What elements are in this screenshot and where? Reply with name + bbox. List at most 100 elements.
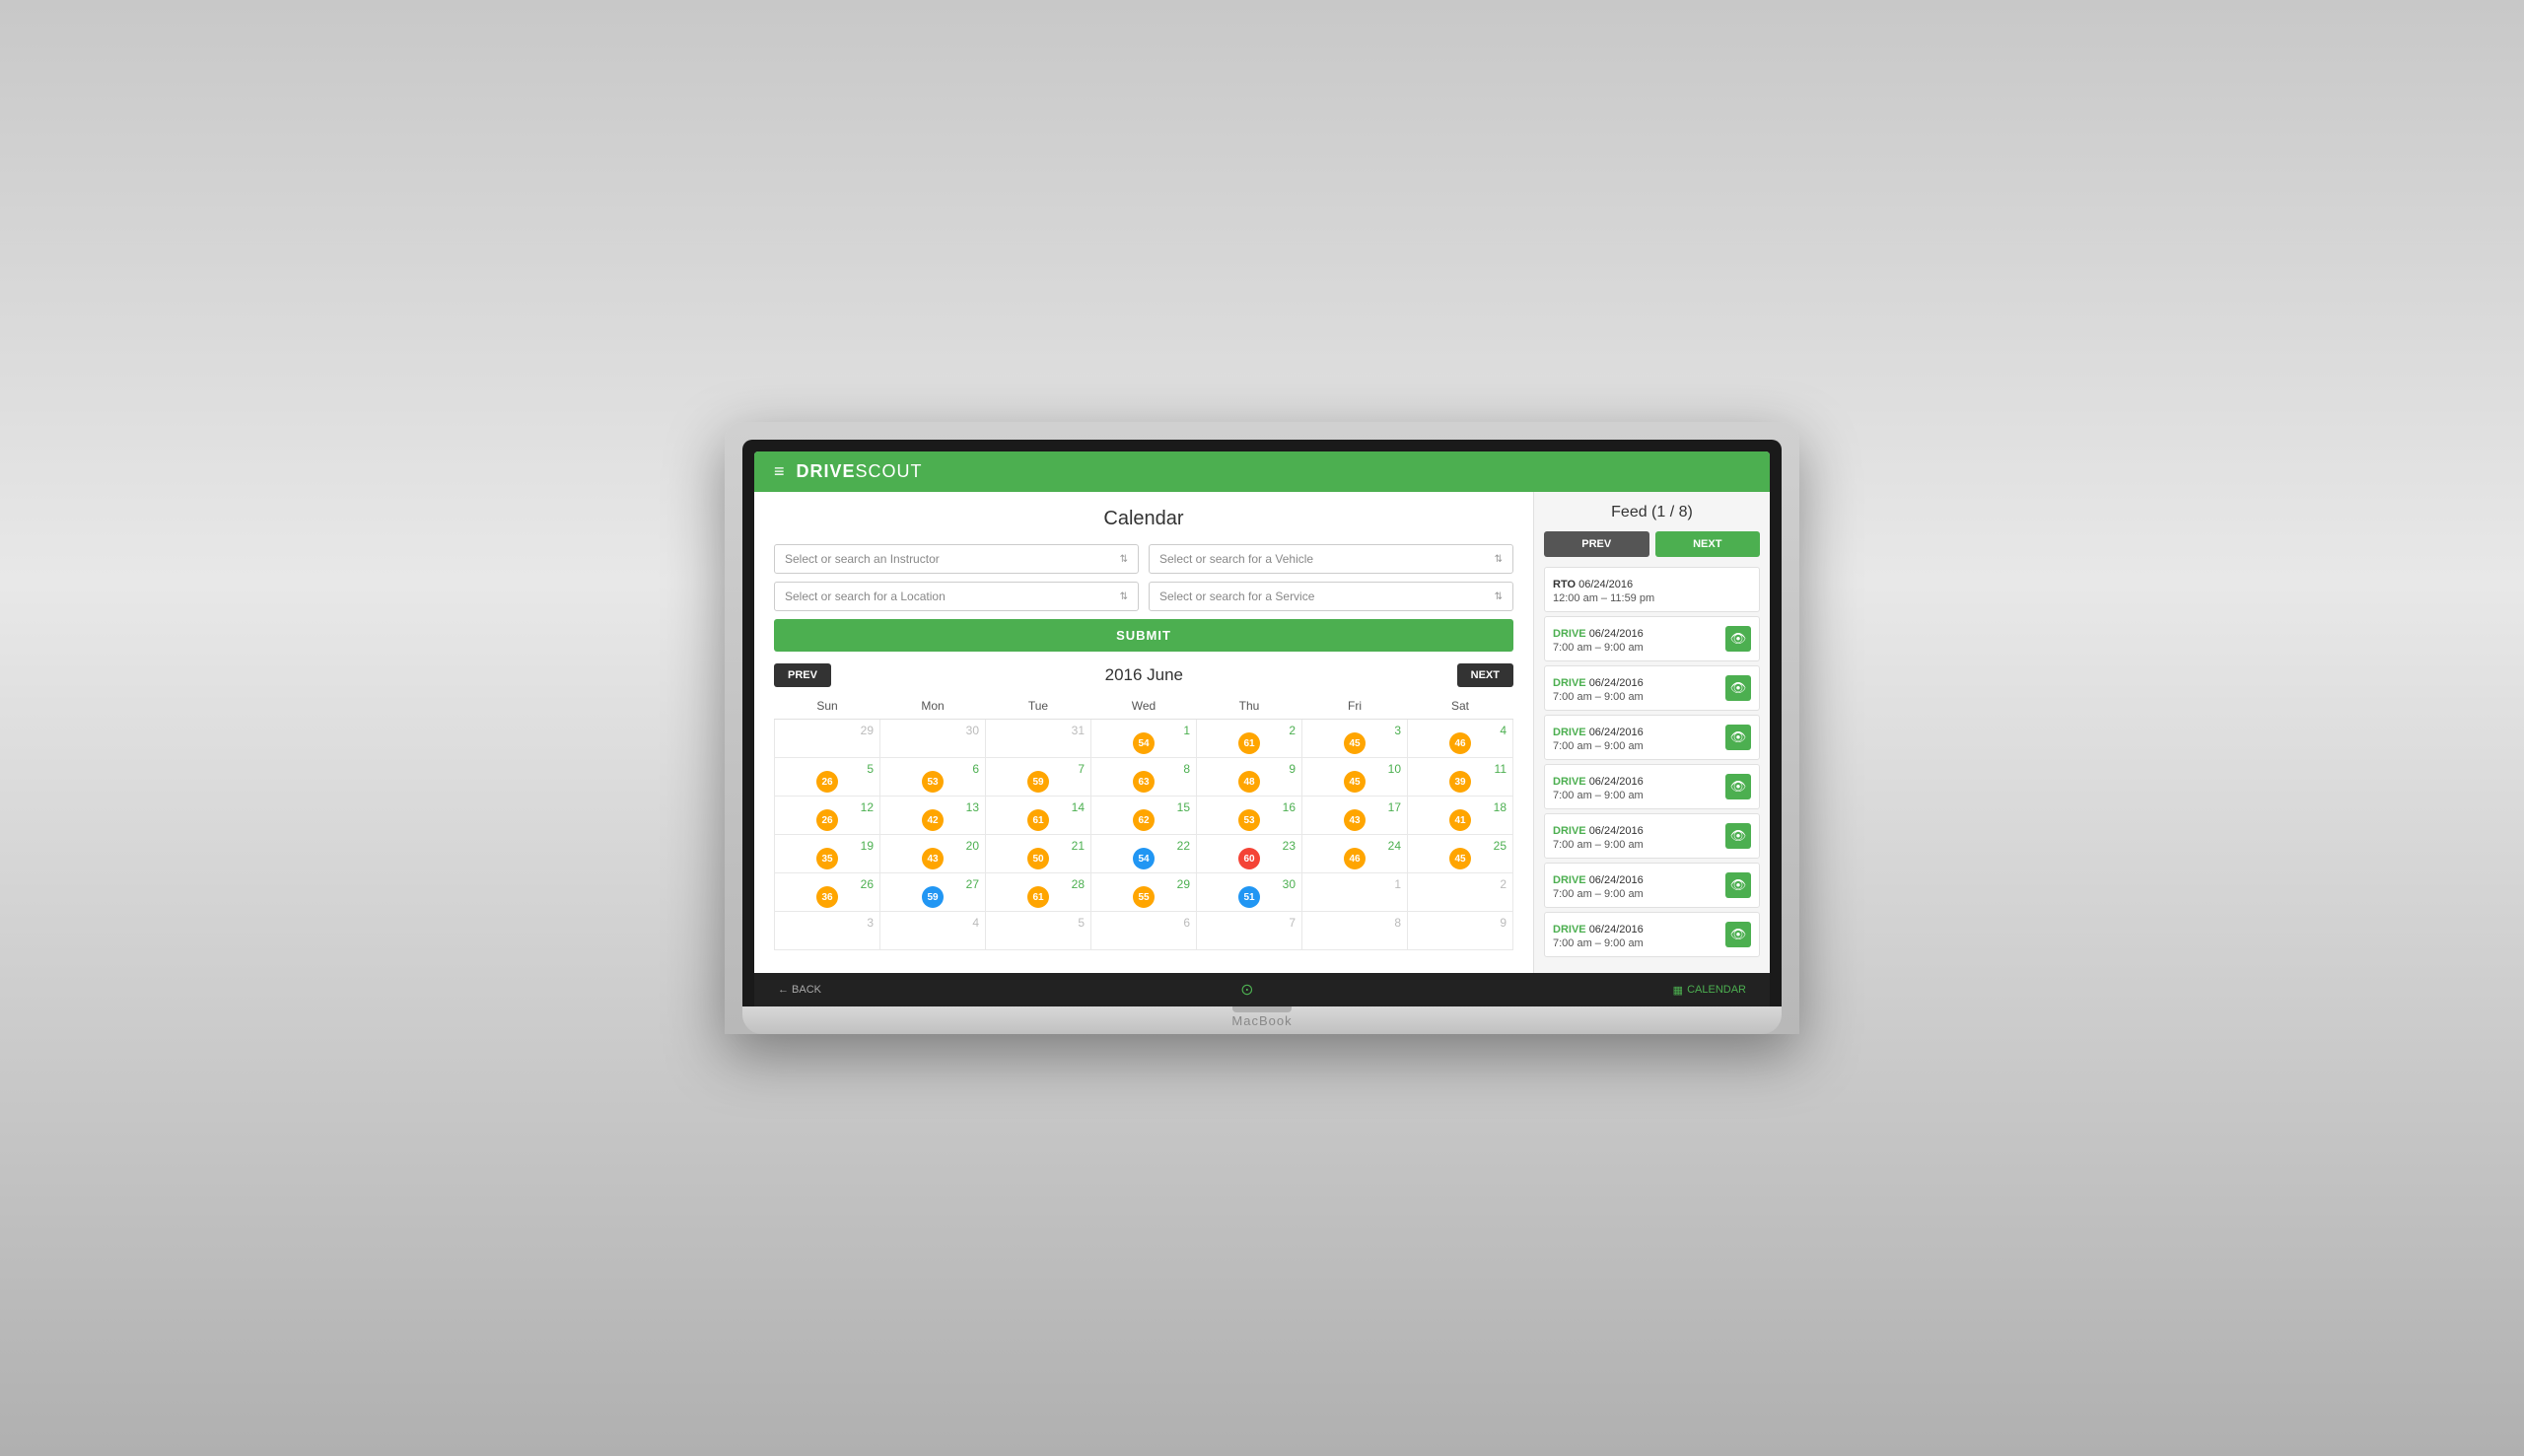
hamburger-icon[interactable]: ≡ [774, 461, 785, 482]
submit-button[interactable]: SUBMIT [774, 619, 1513, 652]
calendar-cell[interactable]: 1139 [1408, 758, 1513, 797]
calendar-week-row: 1226134214611562165317431841 [775, 797, 1513, 835]
calendar-cell[interactable]: 1743 [1302, 797, 1408, 835]
day-number: 6 [1183, 916, 1190, 930]
location-select[interactable]: Select or search for a Location ⇅ [774, 582, 1139, 611]
feed-item-info: DRIVE 06/24/20167:00 am – 9:00 am [1553, 723, 1644, 752]
calendar-cell[interactable]: 1 [1302, 873, 1408, 912]
calendar-week-row: 52665375986394810451139 [775, 758, 1513, 797]
feed-item[interactable]: DRIVE 06/24/20167:00 am – 9:00 am👁 [1544, 665, 1760, 711]
calendar-cell[interactable]: 1562 [1091, 797, 1197, 835]
day-number: 20 [966, 839, 979, 853]
calendar-cell[interactable]: 2254 [1091, 835, 1197, 873]
calendar-cell[interactable]: 4 [880, 912, 986, 950]
calendar-link[interactable]: ▦ CALENDAR [1673, 984, 1746, 997]
feed-item-time: 7:00 am – 9:00 am [1553, 790, 1644, 801]
calendar-cell[interactable]: 31 [986, 720, 1091, 758]
calendar-cell[interactable]: 7 [1197, 912, 1302, 950]
feed-item-time: 12:00 am – 11:59 pm [1553, 592, 1654, 604]
calendar-cell[interactable]: 1841 [1408, 797, 1513, 835]
calendar-next-button[interactable]: NEXT [1457, 663, 1513, 687]
feed-eye-button[interactable]: 👁 [1725, 774, 1751, 799]
calendar-cell[interactable]: 154 [1091, 720, 1197, 758]
day-number: 5 [867, 762, 874, 776]
instructor-select[interactable]: Select or search an Instructor ⇅ [774, 544, 1139, 574]
calendar-cell[interactable]: 2759 [880, 873, 986, 912]
calendar-cell[interactable]: 526 [775, 758, 880, 797]
weekday-header: Sat [1408, 695, 1513, 720]
day-badge: 60 [1238, 848, 1260, 869]
feed-item-time: 7:00 am – 9:00 am [1553, 691, 1644, 703]
calendar-cell[interactable]: 2043 [880, 835, 986, 873]
calendar-cell[interactable]: 948 [1197, 758, 1302, 797]
feed-eye-button[interactable]: 👁 [1725, 675, 1751, 701]
day-number: 4 [1500, 724, 1507, 737]
calendar-cell[interactable]: 653 [880, 758, 986, 797]
calendar-cell[interactable]: 9 [1408, 912, 1513, 950]
feed-next-button[interactable]: NEXT [1655, 531, 1761, 557]
feed-item[interactable]: DRIVE 06/24/20167:00 am – 9:00 am👁 [1544, 616, 1760, 661]
calendar-cell[interactable]: 2150 [986, 835, 1091, 873]
calendar-cell[interactable]: 1045 [1302, 758, 1408, 797]
vehicle-select[interactable]: Select or search for a Vehicle ⇅ [1149, 544, 1513, 574]
feed-item[interactable]: DRIVE 06/24/20167:00 am – 9:00 am👁 [1544, 863, 1760, 908]
calendar-cell[interactable]: 6 [1091, 912, 1197, 950]
calendar-cell[interactable]: 1935 [775, 835, 880, 873]
laptop-brand-label: MacBook [1231, 1013, 1292, 1028]
calendar-cell[interactable]: 261 [1197, 720, 1302, 758]
feed-eye-button[interactable]: 👁 [1725, 626, 1751, 652]
day-badge: 53 [922, 771, 944, 793]
calendar-cell[interactable]: 446 [1408, 720, 1513, 758]
feed-item[interactable]: DRIVE 06/24/20167:00 am – 9:00 am 👁 [1544, 813, 1760, 859]
calendar-cell[interactable]: 30 [880, 720, 986, 758]
day-number: 28 [1072, 877, 1085, 891]
calendar-cell[interactable]: 1461 [986, 797, 1091, 835]
back-button[interactable]: ← BACK [778, 984, 821, 996]
calendar-cell[interactable]: 2545 [1408, 835, 1513, 873]
weekday-header: Thu [1197, 695, 1302, 720]
calendar-cell[interactable]: 1653 [1197, 797, 1302, 835]
day-number: 21 [1072, 839, 1085, 853]
calendar-cell[interactable]: 29 [775, 720, 880, 758]
feed-eye-button[interactable]: 👁 [1725, 922, 1751, 947]
calendar-cell[interactable]: 345 [1302, 720, 1408, 758]
calendar-cell[interactable]: 2955 [1091, 873, 1197, 912]
location-arrow-icon: ⇅ [1120, 591, 1128, 602]
feed-item-info: DRIVE 06/24/20167:00 am – 9:00 am [1553, 821, 1644, 851]
calendar-cell[interactable]: 5 [986, 912, 1091, 950]
calendar-cell[interactable]: 863 [1091, 758, 1197, 797]
calendar-cell[interactable]: 2861 [986, 873, 1091, 912]
calendar-cell[interactable]: 759 [986, 758, 1091, 797]
feed-prev-button[interactable]: PREV [1544, 531, 1649, 557]
calendar-title: Calendar [774, 508, 1513, 530]
feed-eye-button[interactable]: 👁 [1725, 725, 1751, 750]
feed-item[interactable]: DRIVE 06/24/20167:00 am – 9:00 am 👁 [1544, 715, 1760, 760]
day-number: 23 [1283, 839, 1296, 853]
calendar-cell[interactable]: 1226 [775, 797, 880, 835]
day-number: 1 [1394, 877, 1401, 891]
feed-eye-button[interactable]: 👁 [1725, 872, 1751, 898]
day-number: 1 [1183, 724, 1190, 737]
day-badge: 39 [1449, 771, 1471, 793]
calendar-cell[interactable]: 23 60 [1197, 835, 1302, 873]
filters-row-2: Select or search for a Location ⇅ Select… [774, 582, 1513, 611]
calendar-cell[interactable]: 1342 [880, 797, 986, 835]
feed-nav: PREV NEXT [1544, 531, 1760, 557]
day-number: 3 [1394, 724, 1401, 737]
calendar-icon: ▦ [1673, 984, 1683, 997]
day-number: 22 [1177, 839, 1190, 853]
calendar-cell[interactable]: 3 [775, 912, 880, 950]
feed-item[interactable]: RTO 06/24/201612:00 am – 11:59 pm [1544, 567, 1760, 612]
feed-item-time: 7:00 am – 9:00 am [1553, 888, 1644, 900]
calendar-cell[interactable]: 3051 [1197, 873, 1302, 912]
calendar-cell[interactable]: 2446 [1302, 835, 1408, 873]
calendar-cell[interactable]: 8 [1302, 912, 1408, 950]
calendar-cell[interactable]: 2636 [775, 873, 880, 912]
service-select[interactable]: Select or search for a Service ⇅ [1149, 582, 1513, 611]
feed-item[interactable]: DRIVE 06/24/20167:00 am – 9:00 am👁 [1544, 912, 1760, 957]
calendar-cell[interactable]: 2 [1408, 873, 1513, 912]
calendar-prev-button[interactable]: PREV [774, 663, 831, 687]
feed-item-type: DRIVE [1553, 825, 1589, 837]
feed-eye-button[interactable]: 👁 [1725, 823, 1751, 849]
feed-item[interactable]: DRIVE 06/24/20167:00 am – 9:00 am👁 [1544, 764, 1760, 809]
